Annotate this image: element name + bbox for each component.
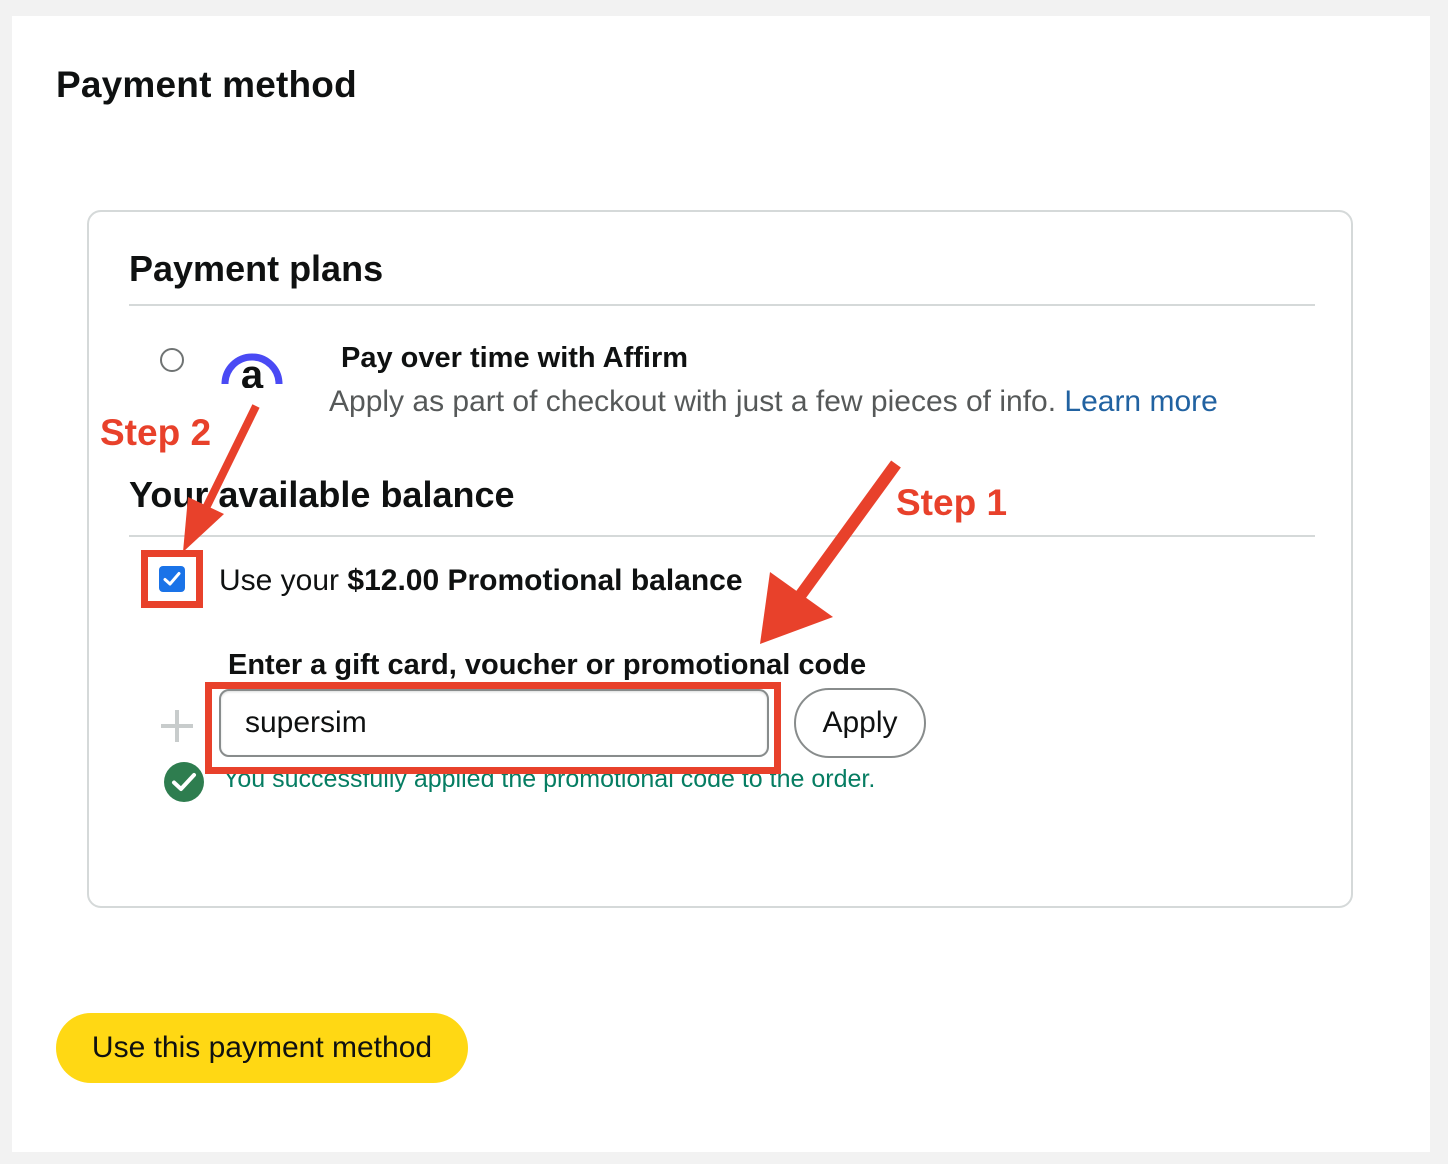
promotional-balance-label: Use your $12.00 Promotional balance <box>219 564 743 598</box>
step1-highlight-box <box>205 682 781 774</box>
page-title: Payment method <box>56 64 357 105</box>
step2-highlight-box <box>141 550 203 608</box>
affirm-logo-letter: a <box>241 353 264 388</box>
step2-label: Step 2 <box>100 412 212 453</box>
use-this-payment-method-button[interactable]: Use this payment method <box>56 1013 468 1083</box>
code-label: Enter a gift card, voucher or promotiona… <box>228 649 867 681</box>
affirm-title: Pay over time with Affirm <box>341 342 689 374</box>
available-balance-title: Your available balance <box>129 474 515 515</box>
promo-label-amount: $12.00 Promotional balance <box>347 564 743 597</box>
affirm-description-text: Apply as part of checkout with just a fe… <box>329 385 1065 418</box>
check-circle-icon <box>164 762 204 802</box>
divider <box>129 535 1315 537</box>
payment-plans-title: Payment plans <box>129 248 384 289</box>
plus-icon <box>159 708 195 744</box>
promo-label-prefix: Use your <box>219 564 348 597</box>
affirm-description: Apply as part of checkout with just a fe… <box>329 385 1218 419</box>
payment-card: Payment plans a Pay over time with Affir… <box>87 210 1353 908</box>
learn-more-link[interactable]: Learn more <box>1064 385 1217 418</box>
step1-label: Step 1 <box>896 482 1008 523</box>
affirm-radio[interactable] <box>160 348 184 372</box>
divider <box>129 304 1315 306</box>
apply-button[interactable]: Apply <box>794 688 926 758</box>
affirm-logo-icon: a <box>219 338 285 388</box>
payment-page: Payment method Payment plans a Pay over … <box>12 16 1430 1152</box>
